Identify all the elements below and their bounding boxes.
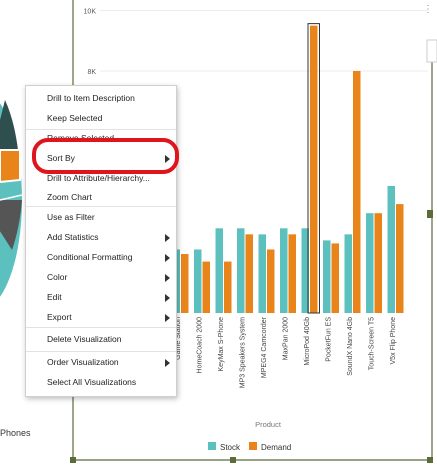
menu-item-order-visualization[interactable]: Order Visualization xyxy=(26,354,176,374)
x-tick-label: V5x Flip Phone xyxy=(390,317,397,365)
menu-item-label: Conditional Formatting xyxy=(47,252,133,262)
bar-demand[interactable] xyxy=(288,234,297,313)
y-tick-label: 8K xyxy=(87,69,96,76)
menu-item-keep-selected[interactable]: Keep Selected xyxy=(26,110,176,130)
menu-item-label: Delete Visualization xyxy=(47,334,122,344)
menu-item-label: Color xyxy=(47,272,68,282)
menu-item-label: Remove Selected xyxy=(47,133,115,143)
context-menu: Drill to Item Description Keep Selected Re… xyxy=(25,85,177,397)
bar-stock[interactable] xyxy=(215,228,224,313)
bar-demand[interactable] xyxy=(224,261,232,313)
bar-stock[interactable] xyxy=(194,249,202,313)
menu-separator xyxy=(26,129,176,130)
menu-separator xyxy=(26,351,176,352)
menu-item-conditional-formatting[interactable]: Conditional Formatting xyxy=(26,249,176,269)
x-tick-label: MP3 Speakers System xyxy=(240,317,247,388)
menu-item-label: Zoom Chart xyxy=(47,192,92,202)
bar-demand[interactable] xyxy=(331,243,340,313)
y-tick-label: 10K xyxy=(84,9,97,16)
resize-handle[interactable] xyxy=(230,457,236,463)
x-axis-title: Product xyxy=(255,420,282,429)
menu-item-label: Keep Selected xyxy=(47,113,103,123)
submenu-arrow-icon xyxy=(165,294,170,302)
bar-demand[interactable] xyxy=(267,249,275,313)
x-tick-label: HomeCoach 2000 xyxy=(197,317,204,374)
menu-item-label: Drill to Attribute/Hierarchy... xyxy=(47,173,150,183)
bar-stock[interactable] xyxy=(237,228,245,313)
left-panel-label: Phones xyxy=(0,428,31,438)
menu-item-remove-selected[interactable]: Remove Selected xyxy=(26,130,176,150)
submenu-arrow-icon xyxy=(165,359,170,367)
bar-demand[interactable] xyxy=(353,71,361,313)
x-tick-label: SoundX Nano 4Gb xyxy=(347,317,354,376)
x-tick-label: KeyMax S-Phone xyxy=(218,317,225,372)
menu-item-edit[interactable]: Edit xyxy=(26,289,176,309)
x-tick-label: PocketFun ES xyxy=(326,317,333,362)
bar-stock[interactable] xyxy=(258,234,267,313)
bar-demand[interactable] xyxy=(181,254,189,313)
menu-item-drill-to-item-description[interactable]: Drill to Item Description xyxy=(26,90,176,110)
submenu-arrow-icon xyxy=(165,274,170,282)
bar-stock[interactable] xyxy=(323,240,331,313)
bar-stock[interactable] xyxy=(280,228,288,313)
submenu-arrow-icon xyxy=(165,234,170,242)
x-tick-label: MPEG4 Camcorder xyxy=(261,316,268,378)
more-options-icon[interactable]: ⋮ xyxy=(423,4,433,15)
bar-demand[interactable] xyxy=(245,234,254,313)
bar-stock[interactable] xyxy=(344,234,353,313)
submenu-arrow-icon xyxy=(165,254,170,262)
submenu-arrow-icon xyxy=(165,155,170,163)
resize-handle[interactable] xyxy=(70,457,76,463)
resize-handle[interactable] xyxy=(427,457,433,463)
menu-item-use-as-filter[interactable]: Use as Filter xyxy=(26,209,176,229)
menu-item-add-statistics[interactable]: Add Statistics xyxy=(26,229,176,249)
x-tick-label: Touch-Screen T5 xyxy=(369,317,376,370)
bar-demand[interactable] xyxy=(202,261,211,313)
menu-separator xyxy=(26,206,176,207)
bar-stock[interactable] xyxy=(387,185,396,313)
menu-item-export[interactable]: Export xyxy=(26,309,176,329)
menu-separator xyxy=(26,327,176,328)
menu-item-label: Sort By xyxy=(47,153,75,163)
menu-item-label: Select All Visualizations xyxy=(47,377,137,387)
bar-demand[interactable] xyxy=(310,25,318,313)
menu-item-delete-visualization[interactable]: Delete Visualization xyxy=(26,331,176,351)
menu-item-sort-by[interactable]: Sort By xyxy=(26,150,176,170)
dashboard-canvas: ⋮8K10K7 MegGame StationHomeCoach 2000Key… xyxy=(0,0,437,466)
menu-item-label: Edit xyxy=(47,292,62,302)
legend-label: Demand xyxy=(261,443,291,452)
menu-item-label: Drill to Item Description xyxy=(47,93,135,103)
menu-item-color[interactable]: Color xyxy=(26,269,176,289)
scroll-thumb[interactable] xyxy=(426,39,437,63)
menu-item-label: Add Statistics xyxy=(47,232,99,242)
x-tick-label: MaxPan 2000 xyxy=(283,317,290,360)
bar-stock[interactable] xyxy=(366,213,374,313)
legend-label: Stock xyxy=(220,443,241,452)
bar-demand[interactable] xyxy=(374,213,383,313)
menu-item-label: Order Visualization xyxy=(47,357,119,367)
menu-item-drill-to-attribute-hierarchy[interactable]: Drill to Attribute/Hierarchy... xyxy=(26,170,176,190)
bar-demand[interactable] xyxy=(396,204,404,313)
legend-swatch xyxy=(249,442,257,450)
submenu-arrow-icon xyxy=(165,314,170,322)
menu-item-label: Export xyxy=(47,312,72,322)
menu-item-select-all-visualizations[interactable]: Select All Visualizations xyxy=(26,374,176,394)
menu-item-label: Use as Filter xyxy=(47,212,95,222)
pie-slice[interactable] xyxy=(0,149,21,184)
legend-swatch xyxy=(208,442,216,450)
resize-handle[interactable] xyxy=(427,210,433,218)
x-tick-label: MicroPod 40Gb xyxy=(304,317,311,366)
